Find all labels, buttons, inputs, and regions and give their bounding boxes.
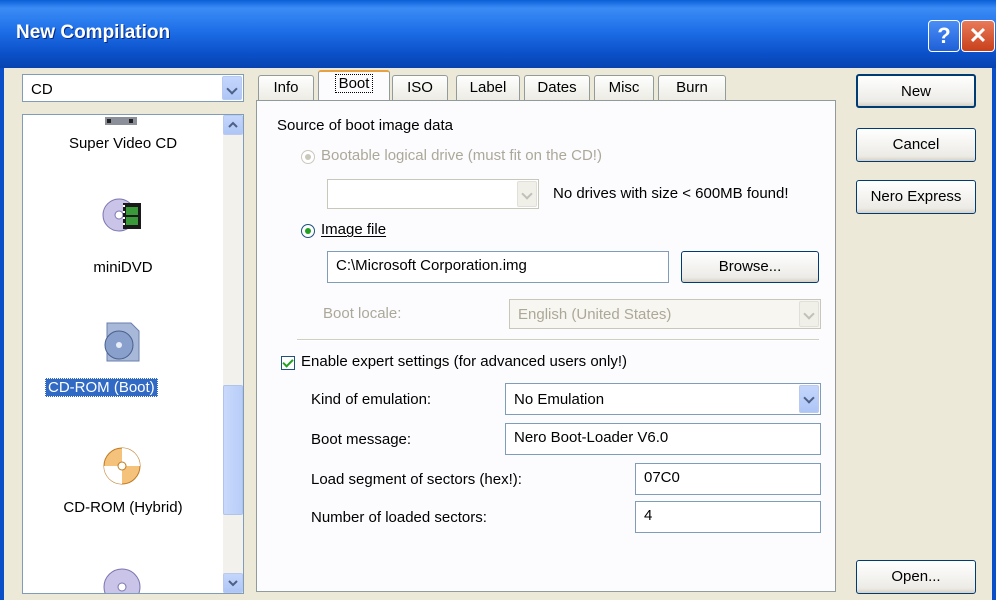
scroll-up-button[interactable] — [223, 115, 243, 135]
chevron-up-icon — [228, 121, 238, 128]
disc-type-value: CD — [31, 81, 53, 98]
tab-label[interactable]: Label — [456, 75, 520, 101]
list-item-super-video-cd[interactable]: Super Video CD — [23, 135, 223, 152]
image-file-label: Image file — [321, 221, 386, 238]
image-file-input[interactable]: C:\Microsoft Corporation.img — [327, 251, 669, 283]
expert-settings-checkbox[interactable] — [281, 356, 295, 370]
chevron-down-icon — [228, 580, 238, 587]
list-item-cd-rom-boot[interactable]: CD-ROM (Boot) — [45, 378, 165, 397]
nero-express-button[interactable]: Nero Express — [856, 180, 976, 214]
tab-iso[interactable]: ISO — [392, 75, 448, 101]
help-button[interactable]: ? — [928, 20, 960, 52]
new-button[interactable]: New — [856, 74, 976, 108]
expert-settings-label: Enable expert settings (for advanced use… — [301, 353, 628, 370]
boot-locale-value: English (United States) — [518, 306, 672, 323]
tab-info[interactable]: Info — [258, 75, 314, 101]
boot-message-label: Boot message: — [311, 431, 412, 448]
load-segment-label: Load segment of sectors (hex!): — [311, 471, 522, 488]
loaded-sectors-input[interactable]: 4 — [635, 501, 821, 533]
boot-locale-select[interactable]: English (United States) — [509, 299, 821, 329]
cancel-button[interactable]: Cancel — [856, 128, 976, 162]
tab-burn[interactable]: Burn — [658, 75, 726, 101]
chevron-down-icon — [799, 301, 819, 327]
tab-dates[interactable]: Dates — [524, 75, 590, 101]
list-item-label: CD-ROM (Boot) — [45, 378, 158, 397]
list-item-cd-rom-hybrid[interactable]: CD-ROM (Hybrid) — [23, 499, 223, 516]
chevron-down-icon — [517, 181, 537, 207]
chevron-down-icon[interactable] — [222, 76, 242, 100]
boot-tab-panel: Source of boot image data Bootable logic… — [256, 100, 836, 592]
window-title: New Compilation — [16, 22, 171, 43]
video-disc-icon — [105, 117, 137, 125]
loaded-sectors-label: Number of loaded sectors: — [311, 509, 487, 526]
open-button[interactable]: Open... — [856, 560, 976, 594]
tab-misc[interactable]: Misc — [594, 75, 654, 101]
drive-select[interactable] — [327, 179, 539, 209]
bootable-drive-label: Bootable logical drive (must fit on the … — [321, 147, 602, 164]
tab-boot-label: Boot — [334, 74, 374, 93]
list-scrollbar[interactable] — [223, 115, 243, 593]
disc-icon — [103, 568, 141, 593]
emulation-label: Kind of emulation: — [311, 391, 432, 408]
bootable-drive-radio[interactable] — [301, 150, 315, 164]
emulation-select[interactable]: No Emulation — [505, 383, 821, 415]
disc-type-select[interactable]: CD — [22, 74, 244, 102]
load-segment-input[interactable]: 07C0 — [635, 463, 821, 495]
divider — [297, 339, 819, 341]
film-disc-icon — [102, 198, 141, 232]
image-file-radio[interactable] — [301, 224, 315, 238]
source-heading: Source of boot image data — [277, 117, 453, 134]
scroll-down-button[interactable] — [223, 573, 243, 593]
boot-disc-icon — [104, 322, 140, 362]
close-button[interactable]: ✕ — [961, 20, 995, 52]
boot-locale-label: Boot locale: — [323, 305, 402, 322]
boot-message-input[interactable]: Nero Boot-Loader V6.0 — [505, 423, 821, 455]
tab-boot[interactable]: Boot — [318, 70, 390, 102]
browse-button[interactable]: Browse... — [681, 251, 819, 283]
drive-warning: No drives with size < 600MB found! — [553, 185, 789, 202]
compilation-type-list[interactable]: Super Video CD miniDVD CD-ROM (Boot) CD-… — [22, 114, 244, 594]
image-file-label-text: Image file — [321, 221, 387, 238]
chevron-down-icon[interactable] — [799, 385, 819, 413]
list-item-minidvd[interactable]: miniDVD — [23, 259, 223, 276]
scroll-thumb[interactable] — [223, 385, 243, 515]
title-bar[interactable]: New Compilation ? ✕ — [0, 0, 996, 68]
hybrid-disc-icon — [103, 447, 141, 485]
emulation-value: No Emulation — [514, 391, 605, 408]
